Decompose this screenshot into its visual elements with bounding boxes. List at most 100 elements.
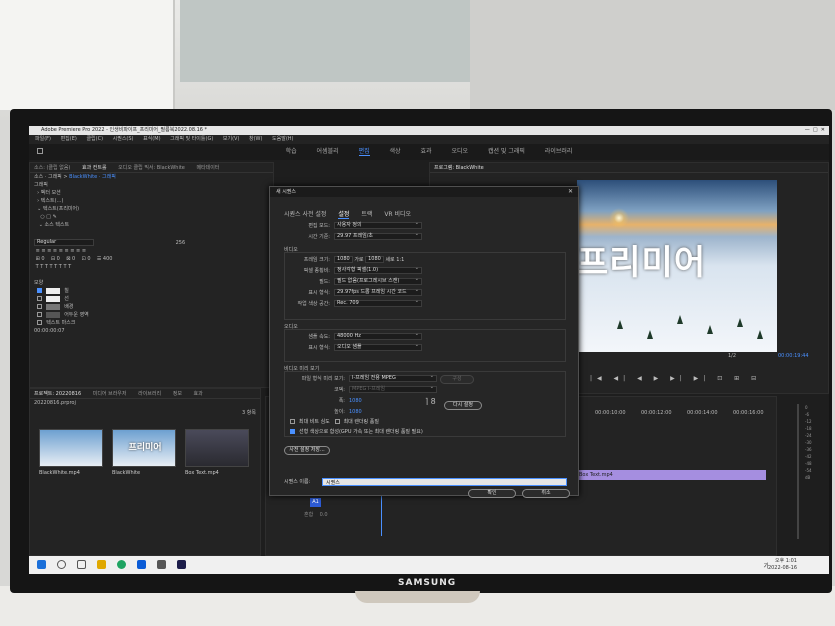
align-buttons[interactable]: ≡ ≡ ≡ ≡ ≡ ≡ ≡ ≡ ≡	[30, 247, 273, 255]
background-checkbox[interactable]	[37, 304, 43, 309]
project-clip-thumb[interactable]	[39, 429, 103, 467]
frame-width-input[interactable]: 1080	[334, 256, 353, 263]
appearance-stroke[interactable]: 선	[30, 295, 273, 303]
breadcrumb-sequence[interactable]: BlackWhite · 그래픽	[69, 174, 116, 180]
link-icon[interactable]: ⌉ 8	[425, 397, 436, 406]
shadow-swatch[interactable]	[46, 311, 61, 318]
menu-clip[interactable]: 클립(C)	[86, 136, 103, 142]
track-a1[interactable]: A1	[310, 498, 321, 507]
configure-button[interactable]: 구성	[440, 375, 474, 384]
edit-mode-select[interactable]: 사용자 정의	[334, 221, 422, 229]
font-style-select[interactable]: Regular	[34, 239, 94, 246]
file-explorer-icon[interactable]	[97, 560, 106, 569]
windows-start-icon[interactable]	[37, 560, 46, 569]
stroke-swatch[interactable]	[46, 295, 61, 302]
ok-button[interactable]: 확인	[468, 489, 516, 498]
workspace-captions[interactable]: 캡션 및 그래픽	[488, 148, 525, 155]
tab-project[interactable]: 프로젝트: 20220816	[34, 391, 81, 397]
text-mask-checkbox[interactable]	[37, 320, 43, 325]
tab-effects[interactable]: 효과	[194, 391, 203, 397]
appearance-text-mask[interactable]: 텍스트 마스크	[30, 319, 273, 327]
window-controls[interactable]: — □ ✕	[805, 126, 825, 135]
workspace-libraries[interactable]: 라이브러리	[545, 148, 573, 155]
sample-rate-select[interactable]: 48000 Hz	[334, 332, 422, 340]
font-size-value[interactable]: 256	[176, 240, 186, 246]
display-format-select[interactable]: 29.97fps 드롭 프레임 시간 코드	[334, 288, 422, 296]
workspace-assembly[interactable]: 어셈블리	[317, 148, 339, 155]
tab-audio-mixer[interactable]: 오디오 클립 믹서: BlackWhite	[118, 165, 185, 171]
tab-metadata[interactable]: 메타데이터	[196, 165, 219, 171]
stroke-checkbox[interactable]	[37, 296, 43, 301]
tab-info[interactable]: 정보	[173, 391, 182, 397]
tab-effect-controls[interactable]: 효과 컨트롤	[82, 165, 107, 171]
save-preset-button[interactable]: 사전 설정 저장...	[284, 446, 330, 455]
background-swatch[interactable]	[46, 303, 61, 310]
menu-sequence[interactable]: 시퀀스(S)	[113, 136, 134, 142]
project-clip-thumb[interactable]	[185, 429, 249, 467]
program-video-frame[interactable]: 프리미어	[577, 180, 777, 352]
spacing-row[interactable]: ⊞ 0 ⊟ 0 ⊠ 0 ⊡ 0 ☰ 400	[30, 255, 273, 263]
preview-width-value[interactable]: 1080	[349, 398, 362, 404]
project-clip-thumb[interactable]: 프리미어	[112, 429, 176, 467]
preview-format-select[interactable]: I-프레임 전용 MPEG	[349, 374, 437, 382]
workspace-audio[interactable]: 오디오	[451, 148, 468, 155]
tab-media-browser[interactable]: 미디어 브라우저	[93, 391, 127, 397]
tab-vr-video[interactable]: VR 비디오	[384, 211, 411, 218]
appearance-shadow[interactable]: 어두운 영역	[30, 311, 273, 319]
menu-marker[interactable]: 표식(M)	[143, 136, 160, 142]
tab-program[interactable]: 프로그램: BlackWhite	[434, 165, 484, 171]
tab-libraries[interactable]: 라이브러리	[138, 391, 161, 397]
breadcrumb-source[interactable]: 소스 · 그래픽	[34, 174, 62, 180]
audio-display-select[interactable]: 오디오 샘플	[334, 343, 422, 351]
effect-item[interactable]: › 벡터 모션	[30, 189, 273, 197]
workspace-color[interactable]: 색상	[390, 148, 401, 155]
home-icon[interactable]	[37, 148, 43, 154]
shadow-checkbox[interactable]	[37, 312, 43, 317]
premiere-pro-icon[interactable]	[177, 560, 186, 569]
transport-controls[interactable]: |◀ ◀| ◀ ▶ ▶| ▶| ⊡ ⊞ ⊟	[590, 375, 761, 382]
appearance-fill[interactable]: 칠	[30, 287, 273, 295]
effect-item[interactable]: › 텍스트(…)	[30, 197, 273, 205]
timebase-select[interactable]: 29.97 프레임/초	[334, 232, 422, 240]
menu-window[interactable]: 창(W)	[249, 136, 262, 142]
fill-swatch[interactable]	[46, 287, 61, 294]
menu-file[interactable]: 파일(F)	[35, 136, 51, 142]
program-fit-select[interactable]: 1/2	[728, 353, 736, 359]
taskbar-clock[interactable]: 오후 1:01 2022-08-16	[768, 558, 797, 572]
timeline-ruler[interactable]: 00:00:10:00 00:00:12:00 00:00:14:00 00:0…	[577, 407, 772, 421]
preview-height-value[interactable]: 1080	[349, 409, 362, 415]
close-icon[interactable]: ✕	[568, 187, 573, 197]
menu-edit[interactable]: 편집(E)	[61, 136, 77, 142]
sequence-name-input[interactable]: 시퀀스	[322, 478, 567, 486]
effect-item[interactable]: ⌄ 텍스트(프리미어)	[30, 205, 273, 213]
max-render-quality-checkbox[interactable]	[334, 419, 340, 424]
tab-settings[interactable]: 설정	[338, 211, 350, 219]
workspace-effects[interactable]: 효과	[421, 148, 432, 155]
frame-height-input[interactable]: 1080	[365, 256, 384, 263]
mail-icon[interactable]	[157, 560, 166, 569]
cancel-button[interactable]: 취소	[522, 489, 570, 498]
appearance-background[interactable]: 배경	[30, 303, 273, 311]
edge-icon[interactable]	[117, 560, 126, 569]
tab-sequence-presets[interactable]: 시퀀스 사전 설정	[284, 211, 326, 218]
task-view-icon[interactable]	[77, 560, 86, 569]
timeline-clip[interactable]: Box Text.mp4	[577, 470, 766, 480]
fields-select[interactable]: 필드 없음(프로그레시브 스캔)	[334, 277, 422, 285]
search-icon[interactable]	[57, 560, 66, 569]
color-space-select[interactable]: Rec. 709	[334, 299, 422, 307]
tab-tracks[interactable]: 트랙	[361, 211, 372, 218]
tab-source[interactable]: 소스: (클립 없음)	[34, 165, 70, 171]
menu-graphics[interactable]: 그래픽 및 타이틀(G)	[170, 136, 213, 142]
max-bit-depth-checkbox[interactable]	[290, 419, 295, 424]
mask-tools[interactable]: ○ □ ✎	[30, 213, 273, 221]
store-icon[interactable]	[137, 560, 146, 569]
pixel-aspect-select[interactable]: 정사각형 픽셀(1.0)	[334, 266, 422, 274]
text-style-buttons[interactable]: T T T T T T T T	[30, 263, 273, 271]
linear-color-checkbox[interactable]	[290, 429, 295, 434]
workspace-edit[interactable]: 편집	[358, 148, 370, 156]
menu-view[interactable]: 보기(V)	[223, 136, 240, 142]
effect-item[interactable]: ⌄ 소스 텍스트	[30, 221, 273, 229]
fill-checkbox[interactable]	[37, 288, 43, 293]
menu-help[interactable]: 도움말(H)	[272, 136, 293, 142]
workspace-learn[interactable]: 학습	[286, 148, 297, 155]
